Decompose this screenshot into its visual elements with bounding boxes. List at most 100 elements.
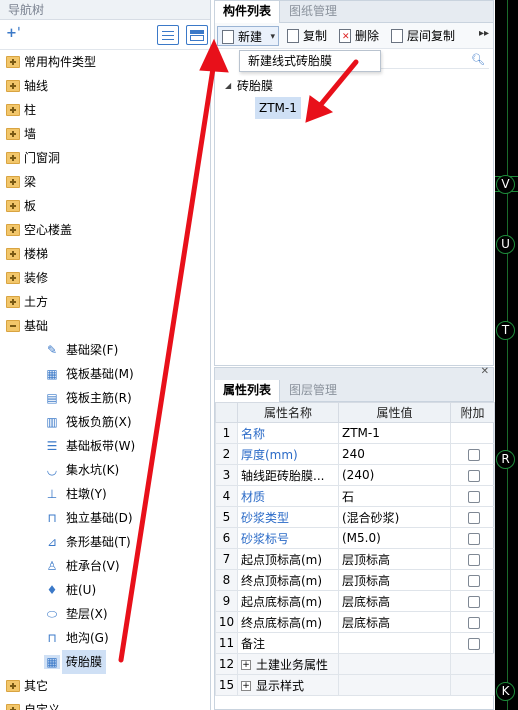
folder-icon[interactable] bbox=[6, 200, 20, 212]
folder-icon[interactable] bbox=[6, 80, 20, 92]
nav-tree-item[interactable]: 墙 bbox=[0, 122, 210, 146]
property-group-row[interactable]: 12 + 土建业务属性 bbox=[215, 653, 495, 675]
extra-checkbox[interactable] bbox=[468, 616, 480, 629]
folder-icon[interactable] bbox=[6, 104, 20, 116]
property-value[interactable]: 层顶标高 bbox=[338, 548, 451, 570]
pin-icon[interactable]: +ˈ bbox=[6, 26, 21, 41]
extra-checkbox[interactable] bbox=[468, 574, 480, 587]
nav-tree-item[interactable]: 板 bbox=[0, 194, 210, 218]
list-view-button[interactable] bbox=[157, 25, 179, 45]
nav-tree-subitem[interactable]: ▦ 筏板基础(M) bbox=[0, 362, 210, 386]
folder-icon[interactable] bbox=[6, 248, 20, 260]
property-row[interactable]: 6 砂浆标号 (M5.0) bbox=[215, 527, 495, 549]
property-row[interactable]: 5 砂浆类型 (混合砂浆) bbox=[215, 506, 495, 528]
extra-checkbox[interactable] bbox=[468, 595, 480, 608]
nav-tree-subitem[interactable]: ⬭ 垫层(X) bbox=[0, 602, 210, 626]
search-input[interactable]: 🔍︎ bbox=[381, 53, 489, 69]
folder-icon[interactable] bbox=[6, 320, 20, 332]
nav-tree-subitem[interactable]: ⊓ 独立基础(D) bbox=[0, 506, 210, 530]
property-row[interactable]: 9 起点底标高(m) 层底标高 bbox=[215, 590, 495, 612]
nav-tree-item[interactable]: 柱 bbox=[0, 98, 210, 122]
nav-tree-item[interactable]: 门窗洞 bbox=[0, 146, 210, 170]
property-value[interactable] bbox=[338, 632, 451, 654]
collapse-triangle-icon[interactable]: ◢ bbox=[225, 75, 231, 97]
tab-component-list[interactable]: 构件列表 bbox=[215, 1, 281, 23]
more-icon[interactable]: ▸▸ bbox=[479, 28, 489, 39]
nav-tree-item[interactable]: 基础 bbox=[0, 314, 210, 338]
folder-icon[interactable] bbox=[6, 152, 20, 164]
search-icon[interactable]: 🔍︎ bbox=[471, 53, 485, 66]
folder-icon[interactable] bbox=[6, 704, 20, 710]
floor-copy-button[interactable]: 层间复制 bbox=[387, 26, 455, 46]
folder-icon[interactable] bbox=[6, 56, 20, 68]
property-row[interactable]: 4 材质石 bbox=[215, 485, 495, 507]
property-value[interactable]: 层底标高 bbox=[338, 590, 451, 612]
nav-tree-subitem[interactable]: ✎ 基础梁(F) bbox=[0, 338, 210, 362]
nav-tree-subitem[interactable]: ☰ 基础板带(W) bbox=[0, 434, 210, 458]
copy-button[interactable]: 复制 bbox=[283, 26, 327, 46]
nav-tree-item[interactable]: 轴线 bbox=[0, 74, 210, 98]
extra-checkbox[interactable] bbox=[468, 490, 480, 503]
tab-layer-management[interactable]: 图层管理 bbox=[281, 380, 345, 402]
property-value[interactable]: (240) bbox=[338, 464, 451, 486]
folder-icon[interactable] bbox=[6, 680, 20, 692]
nav-tree-subitem[interactable]: ⊓ 地沟(G) bbox=[0, 626, 210, 650]
folder-icon[interactable] bbox=[6, 224, 20, 236]
nav-tree-subitem[interactable]: ♙ 桩承台(V) bbox=[0, 554, 210, 578]
chevron-down-icon[interactable]: ▾ bbox=[270, 27, 275, 47]
new-dropdown-item[interactable]: 新建线式砖胎膜 bbox=[239, 50, 381, 72]
close-icon[interactable]: ✕ bbox=[481, 366, 489, 377]
nav-tree-subitem[interactable]: ⊿ 条形基础(T) bbox=[0, 530, 210, 554]
panel-view-button[interactable] bbox=[186, 25, 208, 45]
property-value[interactable]: 240 bbox=[338, 443, 451, 465]
property-value[interactable]: ZTM-1 bbox=[338, 422, 451, 444]
new-button[interactable]: 新建 ▾ bbox=[217, 26, 280, 47]
folder-icon[interactable] bbox=[6, 296, 20, 308]
nav-tree-item[interactable]: 装修 bbox=[0, 266, 210, 290]
property-row[interactable]: 11 备注 bbox=[215, 632, 495, 654]
nav-tree-subitem[interactable]: ▦ 砖胎膜 bbox=[0, 650, 210, 674]
nav-tree-item[interactable]: 其它 bbox=[0, 674, 210, 698]
extra-checkbox[interactable] bbox=[468, 532, 480, 545]
expand-icon[interactable]: + bbox=[241, 660, 251, 670]
nav-tree-item[interactable]: 土方 bbox=[0, 290, 210, 314]
extra-checkbox[interactable] bbox=[468, 637, 480, 650]
nav-tree-subitem[interactable]: ◡ 集水坑(K) bbox=[0, 458, 210, 482]
property-value[interactable]: (M5.0) bbox=[338, 527, 451, 549]
tab-drawing-management[interactable]: 图纸管理 bbox=[281, 1, 345, 23]
tree-item-ztm-1[interactable]: ZTM-1 bbox=[255, 97, 301, 119]
nav-tree-subitem[interactable]: ⊥ 柱墩(Y) bbox=[0, 482, 210, 506]
nav-tree-item[interactable]: 空心楼盖 bbox=[0, 218, 210, 242]
property-row[interactable]: 10 终点底标高(m) 层底标高 bbox=[215, 611, 495, 633]
folder-icon[interactable] bbox=[6, 128, 20, 140]
nav-tree-subitem[interactable]: ▥ 筏板负筋(X) bbox=[0, 410, 210, 434]
delete-button[interactable]: ✕ 删除 bbox=[335, 26, 379, 46]
tree-root[interactable]: ◢ 砖胎膜 bbox=[215, 75, 493, 97]
tab-property-list[interactable]: 属性列表 bbox=[215, 380, 281, 402]
nav-tree-item[interactable]: 楼梯 bbox=[0, 242, 210, 266]
folder-icon[interactable] bbox=[6, 176, 20, 188]
extra-checkbox[interactable] bbox=[468, 553, 480, 566]
property-row[interactable]: 2 厚度(mm) 240 bbox=[215, 443, 495, 465]
nav-tree-item[interactable]: 自定义 bbox=[0, 698, 210, 710]
extra-checkbox[interactable] bbox=[468, 469, 480, 482]
extra-checkbox[interactable] bbox=[468, 448, 480, 461]
property-row[interactable]: 8 终点顶标高(m) 层顶标高 bbox=[215, 569, 495, 591]
property-group-name[interactable]: + 土建业务属性 bbox=[237, 653, 339, 675]
drawing-canvas[interactable]: V U T R K bbox=[495, 0, 518, 710]
property-value[interactable]: 石 bbox=[338, 485, 451, 507]
property-value[interactable]: (混合砂浆) bbox=[338, 506, 451, 528]
folder-icon[interactable] bbox=[6, 272, 20, 284]
extra-checkbox[interactable] bbox=[468, 511, 480, 524]
property-row[interactable]: 7 起点顶标高(m) 层顶标高 bbox=[215, 548, 495, 570]
property-row[interactable]: 1 名称 ZTM-1 bbox=[215, 422, 495, 444]
nav-tree-item[interactable]: 常用构件类型 bbox=[0, 50, 210, 74]
property-group-name[interactable]: + 显示样式 bbox=[237, 674, 339, 696]
nav-tree-item[interactable]: 梁 bbox=[0, 170, 210, 194]
property-row[interactable]: 3 轴线距砖胎膜... (240) bbox=[215, 464, 495, 486]
expand-icon[interactable]: + bbox=[241, 681, 251, 691]
property-value[interactable]: 层底标高 bbox=[338, 611, 451, 633]
property-value[interactable]: 层顶标高 bbox=[338, 569, 451, 591]
property-group-row[interactable]: 15 + 显示样式 bbox=[215, 674, 495, 696]
nav-tree-subitem[interactable]: ♦ 桩(U) bbox=[0, 578, 210, 602]
